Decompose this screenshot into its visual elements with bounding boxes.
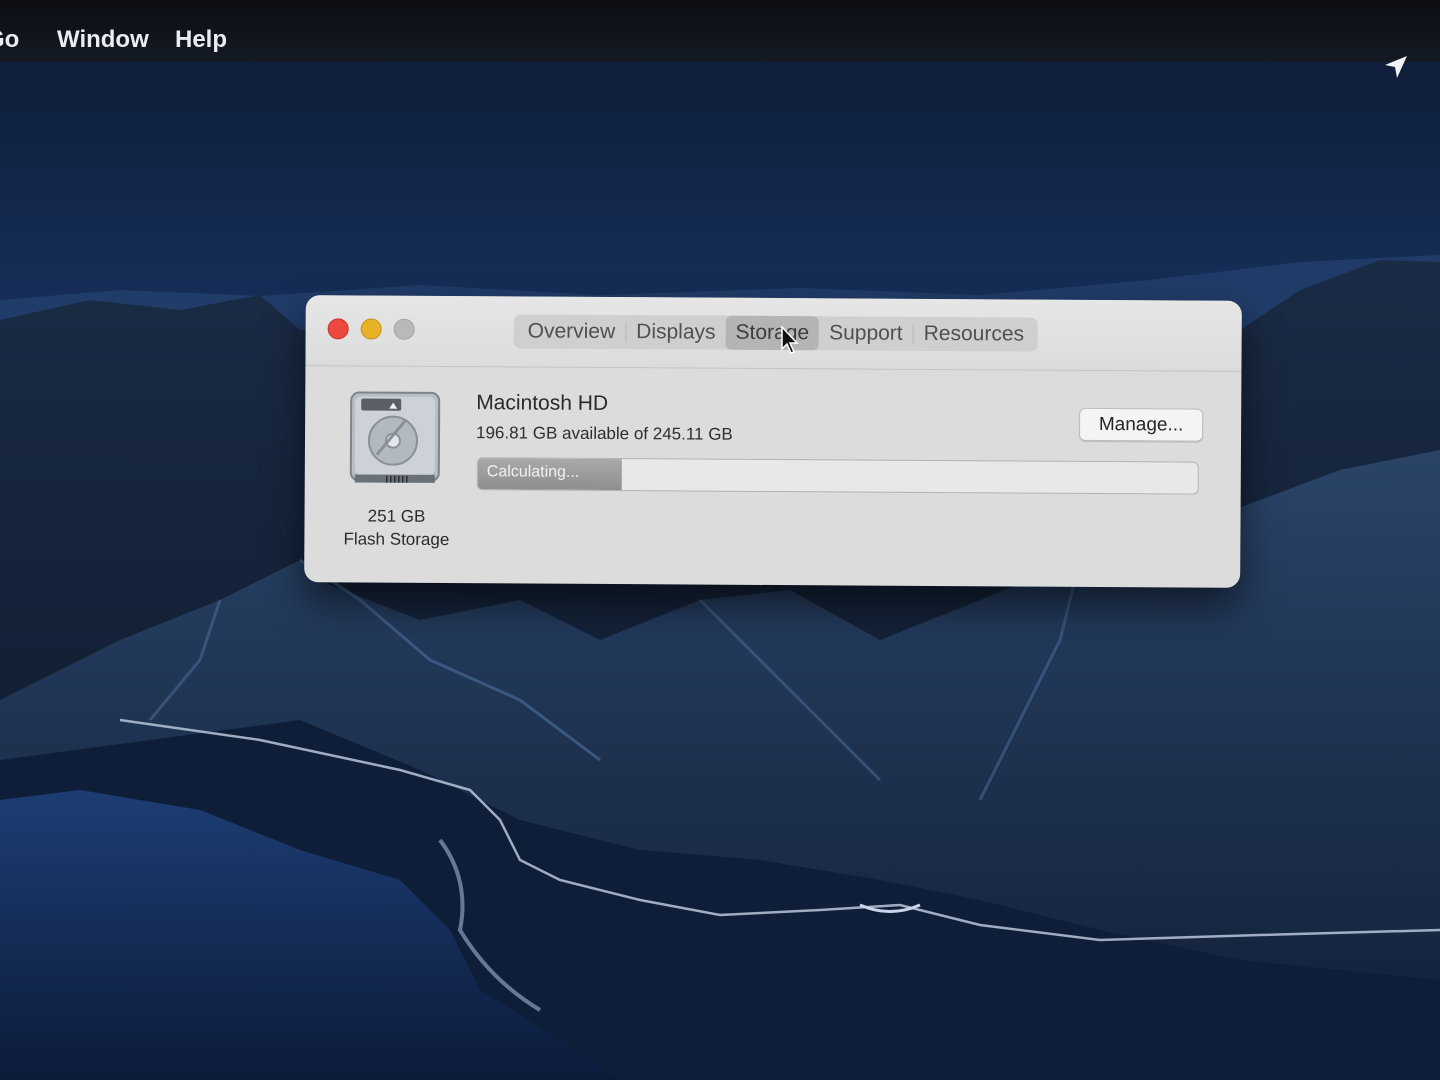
tab-displays[interactable]: Displays <box>626 315 726 350</box>
about-this-mac-window: Overview Displays Storage Support Resour… <box>304 295 1242 588</box>
storage-pane: 251 GB Flash Storage Macintosh HD 196.81… <box>304 366 1241 588</box>
title-bar: Overview Displays Storage Support Resour… <box>305 295 1242 372</box>
hard-drive-icon <box>349 391 441 483</box>
manage-button[interactable]: Manage... <box>1079 407 1204 442</box>
close-button[interactable] <box>327 318 349 340</box>
zoom-button[interactable] <box>393 318 415 340</box>
menu-help[interactable]: Help <box>175 26 227 54</box>
drive-capacity: 251 GB <box>367 506 426 526</box>
tab-overview[interactable]: Overview <box>518 314 626 349</box>
drive-type: Flash Storage <box>343 529 450 550</box>
storage-usage-bar: Calculating... <box>476 457 1199 495</box>
volume-availability: 196.81 GB available of 245.11 GB <box>475 423 733 444</box>
menu-go[interactable]: Go <box>0 26 19 54</box>
tab-resources[interactable]: Resources <box>914 317 1035 352</box>
menu-bar: Go Window Help <box>0 0 1440 62</box>
tab-bar: Overview Displays Storage Support Resour… <box>513 314 1039 352</box>
volume-name: Macintosh HD <box>476 391 609 415</box>
location-arrow-icon[interactable] <box>1383 54 1409 80</box>
menu-window[interactable]: Window <box>57 26 149 54</box>
tab-storage[interactable]: Storage <box>725 315 820 351</box>
mouse-pointer-icon <box>781 326 799 354</box>
tab-support[interactable]: Support <box>819 316 913 351</box>
minimize-button[interactable] <box>360 318 382 340</box>
storage-bar-status: Calculating... <box>486 463 580 481</box>
